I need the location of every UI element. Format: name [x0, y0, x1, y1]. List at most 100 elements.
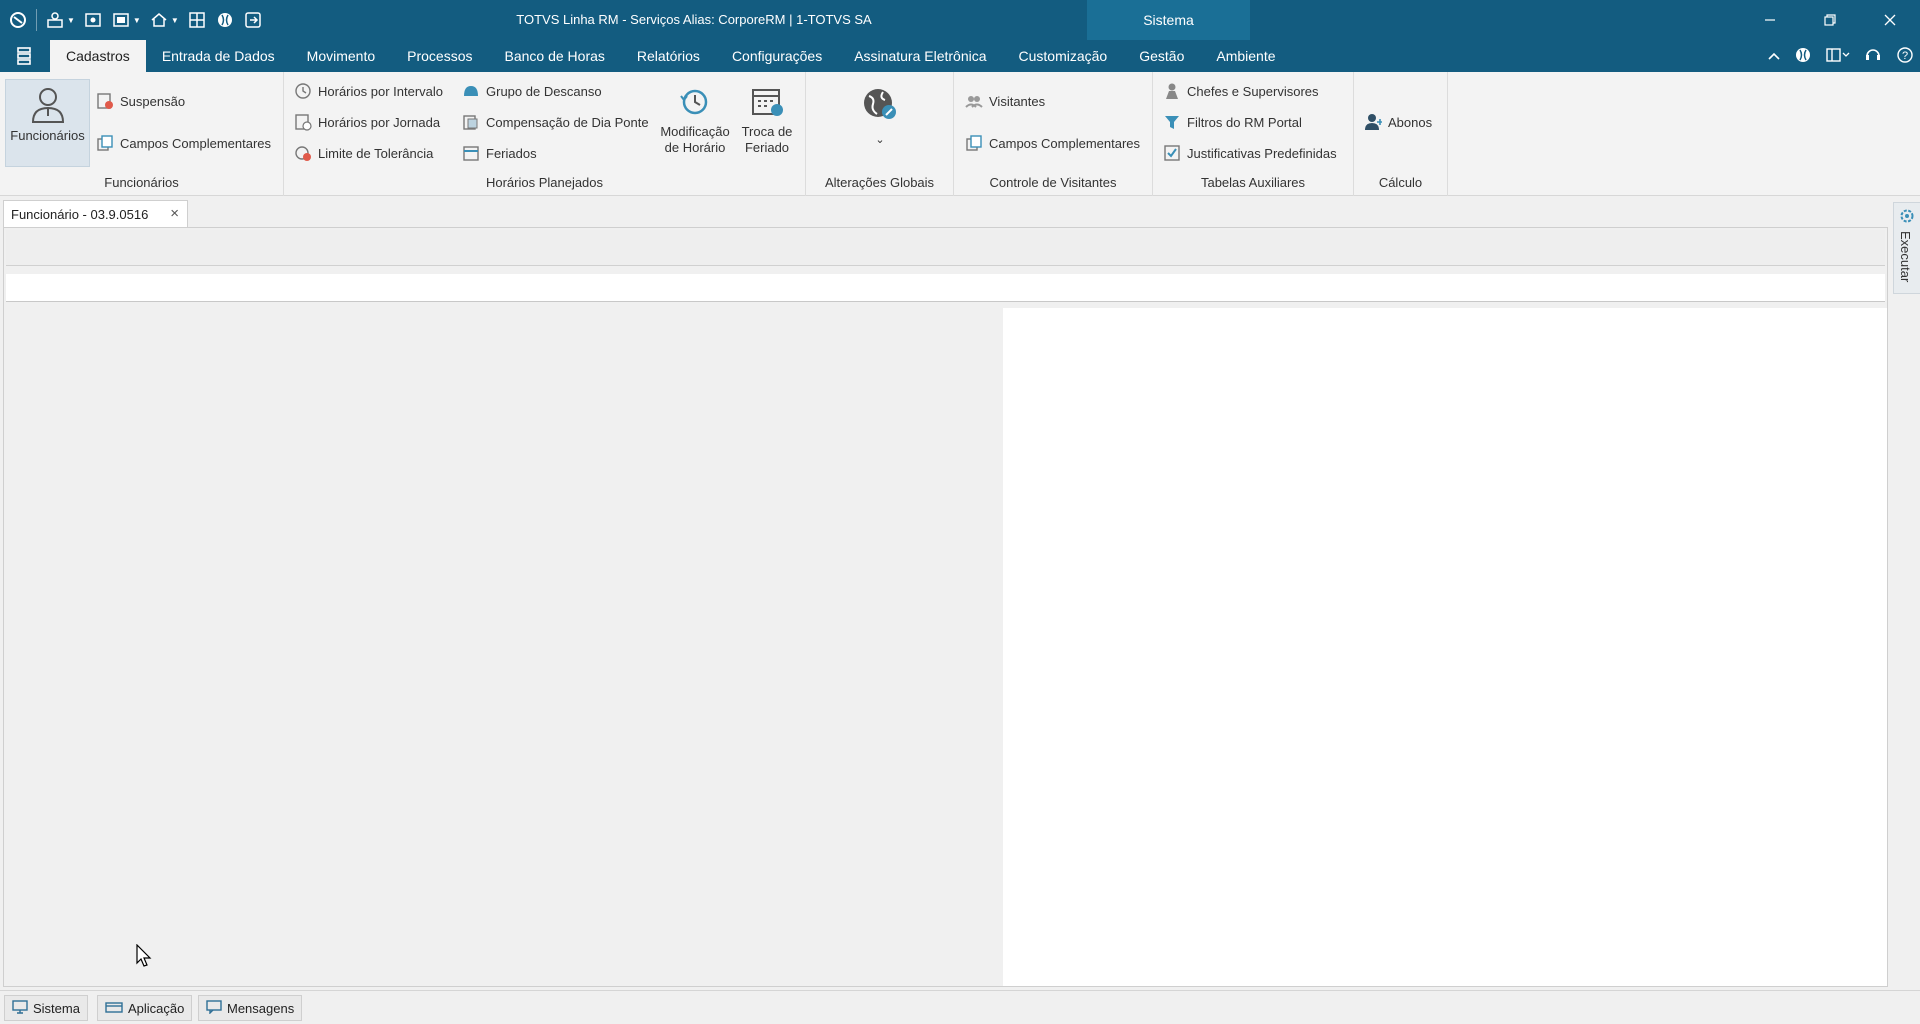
- layout-icon[interactable]: [1826, 47, 1850, 66]
- troca-label-2: Feriado: [744, 140, 790, 155]
- ribbon-tabs: Cadastros Entrada de Dados Movimento Pro…: [50, 40, 1292, 72]
- filter-icon: [1163, 113, 1181, 131]
- schedule-icon: [294, 113, 312, 131]
- supervisor-icon: [1163, 82, 1181, 100]
- campos-complementares-button[interactable]: Campos Complementares: [96, 134, 271, 152]
- close-icon[interactable]: ×: [170, 205, 179, 222]
- funcionarios-label: Funcionários: [10, 128, 85, 143]
- modificacao-label-2: de Horário: [664, 140, 726, 155]
- tab-entrada-de-dados[interactable]: Entrada de Dados: [146, 40, 291, 72]
- application-icon: [105, 1000, 123, 1017]
- checklist-icon: [1163, 144, 1181, 162]
- tab-configuracoes[interactable]: Configurações: [716, 40, 838, 72]
- group-label-alteracoes-globais: Alterações Globais: [824, 175, 935, 190]
- document-tab-title: Funcionário - 03.9.0516: [11, 206, 149, 222]
- left-pane: [6, 308, 1003, 986]
- visitantes-button[interactable]: Visitantes: [965, 92, 1045, 110]
- suspensao-button[interactable]: Suspensão: [96, 92, 185, 110]
- header-strip: [6, 274, 1885, 302]
- limite-tolerancia-button[interactable]: Limite de Tolerância: [294, 144, 433, 162]
- rest-group-icon: [462, 82, 480, 100]
- abonos-label: Abonos: [1388, 114, 1433, 130]
- feriados-button[interactable]: Feriados: [462, 144, 537, 162]
- chefes-supervisores-label: Chefes e Supervisores: [1187, 83, 1319, 99]
- tab-ambiente[interactable]: Ambiente: [1200, 40, 1291, 72]
- chefes-supervisores-button[interactable]: Chefes e Supervisores: [1163, 82, 1319, 100]
- filtros-rm-portal-label: Filtros do RM Portal: [1187, 114, 1302, 130]
- restore-button[interactable]: [1800, 0, 1860, 40]
- justificativas-predefinidas-button[interactable]: Justificativas Predefinidas: [1163, 144, 1337, 162]
- tab-assinatura-eletronica[interactable]: Assinatura Eletrônica: [838, 40, 1002, 72]
- clock-change-icon: [680, 89, 708, 115]
- document-content: [3, 227, 1888, 987]
- horarios-intervalo-button[interactable]: Horários por Intervalo: [294, 82, 443, 100]
- minimize-button[interactable]: [1740, 0, 1800, 40]
- executar-side-panel[interactable]: Executar: [1893, 202, 1920, 294]
- tab-movimento[interactable]: Movimento: [291, 40, 391, 72]
- calendar-swap-icon: [752, 89, 783, 116]
- suspensao-label: Suspensão: [120, 93, 186, 109]
- app-menu-icon[interactable]: [10, 44, 38, 68]
- visitantes-label: Visitantes: [989, 93, 1046, 109]
- globe-edit-icon: [864, 89, 896, 119]
- employee-icon: [31, 88, 64, 123]
- executar-label: Executar: [1898, 231, 1913, 283]
- tab-relatorios[interactable]: Relatórios: [621, 40, 716, 72]
- modificacao-horario-button[interactable]: Modificação de Horário: [660, 86, 730, 156]
- grupo-descanso-label: Grupo de Descanso: [486, 83, 602, 99]
- visitors-icon: [965, 92, 983, 110]
- tolerance-icon: [294, 144, 312, 162]
- tab-cadastros[interactable]: Cadastros: [50, 40, 146, 72]
- toolbar-strip: [6, 230, 1885, 266]
- modificacao-label-1: Modificação: [660, 124, 730, 139]
- filtros-rm-portal-button[interactable]: Filtros do RM Portal: [1163, 113, 1302, 131]
- campos-complementares-label: Campos Complementares: [120, 135, 272, 151]
- justificativas-predefinidas-label: Justificativas Predefinidas: [1187, 145, 1337, 161]
- grupo-descanso-button[interactable]: Grupo de Descanso: [462, 82, 602, 100]
- horarios-jornada-button[interactable]: Horários por Jornada: [294, 113, 440, 131]
- visitantes-campos-complementares-button[interactable]: Campos Complementares: [965, 134, 1140, 152]
- globe-icon[interactable]: [1794, 46, 1812, 67]
- tab-gestao[interactable]: Gestão: [1123, 40, 1200, 72]
- troca-feriado-button[interactable]: Troca de Feriado: [732, 86, 802, 156]
- status-mensagens-button[interactable]: Mensagens: [198, 995, 303, 1021]
- chevron-down-icon[interactable]: ⌄: [875, 132, 884, 148]
- group-label-controle-visitantes: Controle de Visitantes: [989, 175, 1117, 190]
- horarios-intervalo-label: Horários por Intervalo: [318, 83, 443, 99]
- status-aplicacao-button[interactable]: Aplicação: [97, 995, 193, 1021]
- group-horarios-planejados: Horários por Intervalo Horários por Jorn…: [284, 72, 806, 196]
- group-label-calculo: Cálculo: [1378, 175, 1423, 190]
- group-label-horarios-planejados: Horários Planejados: [485, 175, 604, 190]
- gear-icon: [1899, 208, 1915, 227]
- menu-right-icons: ?: [1768, 40, 1914, 72]
- status-sistema-label: Sistema: [33, 1000, 80, 1016]
- compensacao-dia-ponte-label: Compensação de Dia Ponte: [486, 114, 649, 130]
- status-mensagens-label: Mensagens: [227, 1000, 295, 1016]
- tab-processos[interactable]: Processos: [391, 40, 488, 72]
- funcionarios-button[interactable]: Funcionários: [5, 79, 90, 167]
- status-bar: Sistema Aplicação Mensagens: [0, 990, 1920, 1024]
- close-button[interactable]: [1860, 0, 1920, 40]
- group-alteracoes-globais: ⌄ Alterações Globais: [806, 72, 954, 196]
- support-icon[interactable]: [1864, 46, 1882, 67]
- tab-banco-de-horas[interactable]: Banco de Horas: [489, 40, 621, 72]
- menu-bar: Cadastros Entrada de Dados Movimento Pro…: [0, 40, 1920, 72]
- window-controls: [1740, 0, 1920, 40]
- help-icon[interactable]: ?: [1896, 46, 1914, 67]
- abonos-button[interactable]: Abonos: [1364, 113, 1432, 131]
- visitantes-campos-label: Campos Complementares: [989, 135, 1141, 151]
- troca-label-1: Troca de: [741, 124, 793, 139]
- collapse-ribbon-icon[interactable]: [1768, 49, 1780, 64]
- status-sistema-button[interactable]: Sistema: [4, 995, 88, 1021]
- compensacao-dia-ponte-button[interactable]: Compensação de Dia Ponte: [462, 113, 649, 131]
- tab-customizacao[interactable]: Customização: [1003, 40, 1124, 72]
- horarios-jornada-label: Horários por Jornada: [318, 114, 441, 130]
- user-add-icon: [1364, 113, 1382, 131]
- fields-icon: [965, 134, 983, 152]
- title-bar: ▼ ▼ ▼ TOTVS Linha RM - Serviços Alias: C…: [0, 0, 1920, 72]
- group-tabelas-auxiliares: Chefes e Supervisores Filtros do RM Port…: [1153, 72, 1354, 196]
- monitor-icon: [12, 999, 28, 1017]
- alteracoes-globais-button[interactable]: ⌄: [856, 86, 904, 148]
- document-tab[interactable]: Funcionário - 03.9.0516 ×: [3, 200, 188, 227]
- group-label-funcionarios: Funcionários: [104, 175, 179, 190]
